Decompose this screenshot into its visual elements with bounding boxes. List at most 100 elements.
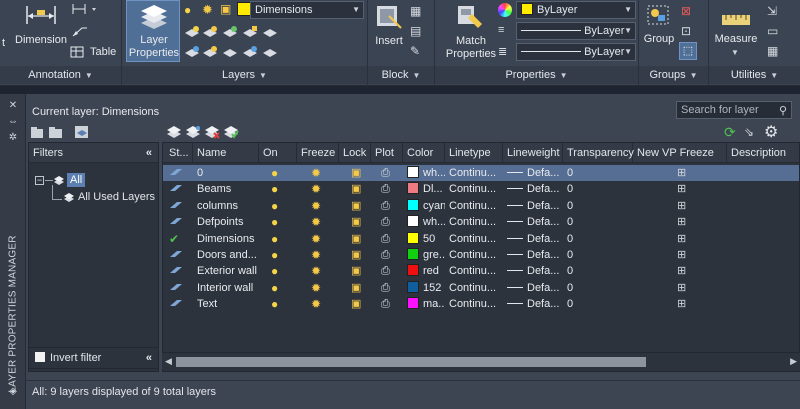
utilities-panel-title[interactable]: Utilities ▼ (709, 66, 800, 84)
unlock-icon[interactable]: ▣ (347, 198, 361, 214)
layer-row[interactable]: Exterior wall ● ✹ ▣ ⎙ red Continu... Defa... 0 ⊞ (163, 263, 799, 279)
layers-panel-title[interactable]: Layers ▼ (122, 66, 367, 84)
printer-icon[interactable]: ⎙ (377, 263, 390, 279)
groups-panel-title[interactable]: Groups ▼ (639, 66, 708, 84)
layer-linetype[interactable]: Continu... (445, 181, 503, 197)
scroll-left-icon[interactable]: ◀ (165, 356, 172, 367)
quick-select-icon[interactable]: ⇲ (767, 4, 783, 18)
column-header-description[interactable]: Description (727, 143, 799, 163)
annotation-panel-title[interactable]: Annotation ▼ (0, 66, 121, 84)
group-selection-icon[interactable]: ⬚ (679, 42, 697, 60)
gear-icon[interactable]: ⚙ (764, 122, 778, 142)
layer-status-icon[interactable] (165, 247, 183, 263)
lightbulb-icon[interactable]: ● (267, 214, 278, 230)
vp-freeze-icon[interactable]: ⊞ (673, 231, 686, 247)
vp-freeze-icon[interactable]: ⊞ (673, 296, 686, 312)
layer-transparency[interactable]: 0 (563, 263, 633, 279)
layer-color[interactable]: red (403, 263, 445, 279)
column-header-name[interactable]: Name (193, 143, 259, 163)
layer-name[interactable]: Exterior wall (193, 263, 259, 279)
column-header-lock[interactable]: Lock (339, 143, 371, 163)
layer-linetype[interactable]: Continu... (445, 280, 503, 296)
color-wheel-icon[interactable] (498, 3, 512, 17)
new-vp-frozen-layer-icon[interactable] (185, 125, 201, 139)
vp-freeze-icon[interactable]: ⊞ (673, 263, 686, 279)
layer-lineweight[interactable]: Defa... (503, 165, 563, 181)
layer-transparency[interactable]: 0 (563, 231, 633, 247)
layer-linetype[interactable]: Continu... (445, 214, 503, 230)
layer-color[interactable]: 152 (403, 280, 445, 296)
delete-layer-icon[interactable] (204, 125, 220, 139)
group-edit-icon[interactable]: ⊡ (681, 24, 697, 38)
layer-row[interactable]: ✔ Dimensions ● ✹ ▣ ⎙ 50 Continu... Defa... 0 ⊞ (163, 231, 799, 247)
layer-color[interactable]: Dl... (403, 181, 445, 197)
vp-freeze-icon[interactable]: ⊞ (673, 247, 686, 263)
sun-icon[interactable]: ✹ (307, 247, 321, 263)
printer-icon[interactable]: ⎙ (377, 247, 390, 263)
unlock-icon[interactable]: ▣ (347, 280, 361, 296)
column-header-linetype[interactable]: Linetype (445, 143, 503, 163)
gear-icon[interactable]: ✲ (7, 132, 19, 144)
layer-name[interactable]: Defpoints (193, 214, 259, 230)
layer-lineweight[interactable]: Defa... (503, 231, 563, 247)
unlock-icon[interactable]: ▣ (347, 181, 361, 197)
lightbulb-icon[interactable]: ● (267, 247, 278, 263)
printer-icon[interactable]: ⎙ (377, 165, 390, 181)
layer-name[interactable]: Doors and... (193, 247, 259, 263)
layer-color[interactable]: wh... (403, 165, 445, 181)
layer-status-icon[interactable] (165, 296, 183, 312)
column-header-new-vp-freeze[interactable]: New VP Freeze (633, 143, 727, 163)
layer-linetype[interactable]: Continu... (445, 231, 503, 247)
sun-icon[interactable]: ✹ (307, 198, 321, 214)
lineweight-icon[interactable]: ≣ (498, 45, 514, 58)
lightbulb-icon[interactable]: ● (267, 181, 278, 197)
set-current-icon[interactable] (223, 125, 239, 139)
group-button[interactable]: Group (641, 2, 677, 52)
unlock-icon[interactable]: ▣ (347, 296, 361, 312)
block-panel-title[interactable]: Block ▼ (368, 66, 434, 84)
layer-transparency[interactable]: 0 (563, 181, 633, 197)
new-group-filter-icon[interactable] (48, 125, 64, 139)
sun-icon[interactable]: ✹ (307, 165, 321, 181)
unlock-icon[interactable]: ▣ (347, 247, 361, 263)
layer-linetype[interactable]: Continu... (445, 296, 503, 312)
sun-icon[interactable]: ✹ (307, 231, 321, 247)
layer-transparency[interactable]: 0 (563, 296, 633, 312)
scrollbar-thumb[interactable] (176, 357, 646, 367)
layer-row[interactable]: Interior wall ● ✹ ▣ ⎙ 152 Continu... Defa... 0 ⊞ (163, 280, 799, 296)
layer-lineweight[interactable]: Defa... (503, 280, 563, 296)
layer-lineweight[interactable]: Defa... (503, 214, 563, 230)
layer-name[interactable]: columns (193, 198, 259, 214)
lightbulb-icon[interactable]: ● (267, 165, 278, 181)
unlock-icon[interactable]: ▣ (347, 263, 361, 279)
lock-icon[interactable]: ▣ (220, 2, 236, 16)
layer-linetype[interactable]: Continu... (445, 165, 503, 181)
vp-freeze-icon[interactable]: ⊞ (673, 181, 686, 197)
linetype-dropdown[interactable]: ByLayer ▼ (516, 22, 636, 40)
layer-transparency[interactable]: 0 (563, 280, 633, 296)
sun-icon[interactable]: ✹ (202, 2, 218, 17)
layer-row[interactable]: Text ● ✹ ▣ ⎙ ma...Continu... Defa...0 ⊞ (163, 296, 799, 312)
new-layer-icon[interactable] (166, 125, 182, 139)
sun-icon[interactable]: ✹ (307, 214, 321, 230)
ungroup-icon[interactable]: ⊠ (681, 4, 697, 18)
horizontal-scrollbar[interactable]: ◀ ▶ (162, 352, 800, 370)
collapse-icon[interactable]: « (146, 143, 152, 163)
close-icon[interactable]: ✕ (7, 100, 19, 112)
lightbulb-icon[interactable]: ● (267, 198, 278, 214)
layer-transparency[interactable]: 0 (563, 165, 633, 181)
layer-name[interactable]: Dimensions (193, 231, 259, 247)
auto-hide-icon[interactable]: ⇔ (7, 116, 19, 128)
leader-icon[interactable] (70, 24, 90, 38)
lightbulb-icon[interactable]: ● (267, 280, 278, 296)
layer-linetype[interactable]: Continu... (445, 198, 503, 214)
current-layer-check-icon[interactable]: ✔ (165, 231, 179, 247)
column-header-freeze[interactable]: Freeze (297, 143, 339, 163)
layer-color[interactable]: wh... (403, 214, 445, 230)
create-block-icon[interactable]: ▦ (410, 4, 426, 18)
layer-linetype[interactable]: Continu... (445, 263, 503, 279)
color-dropdown[interactable]: ByLayer ▼ (516, 1, 636, 19)
insert-button[interactable]: Insert (370, 2, 408, 58)
column-header-transparency[interactable]: Transparency (563, 143, 634, 163)
layer-name[interactable]: Beams (193, 181, 259, 197)
